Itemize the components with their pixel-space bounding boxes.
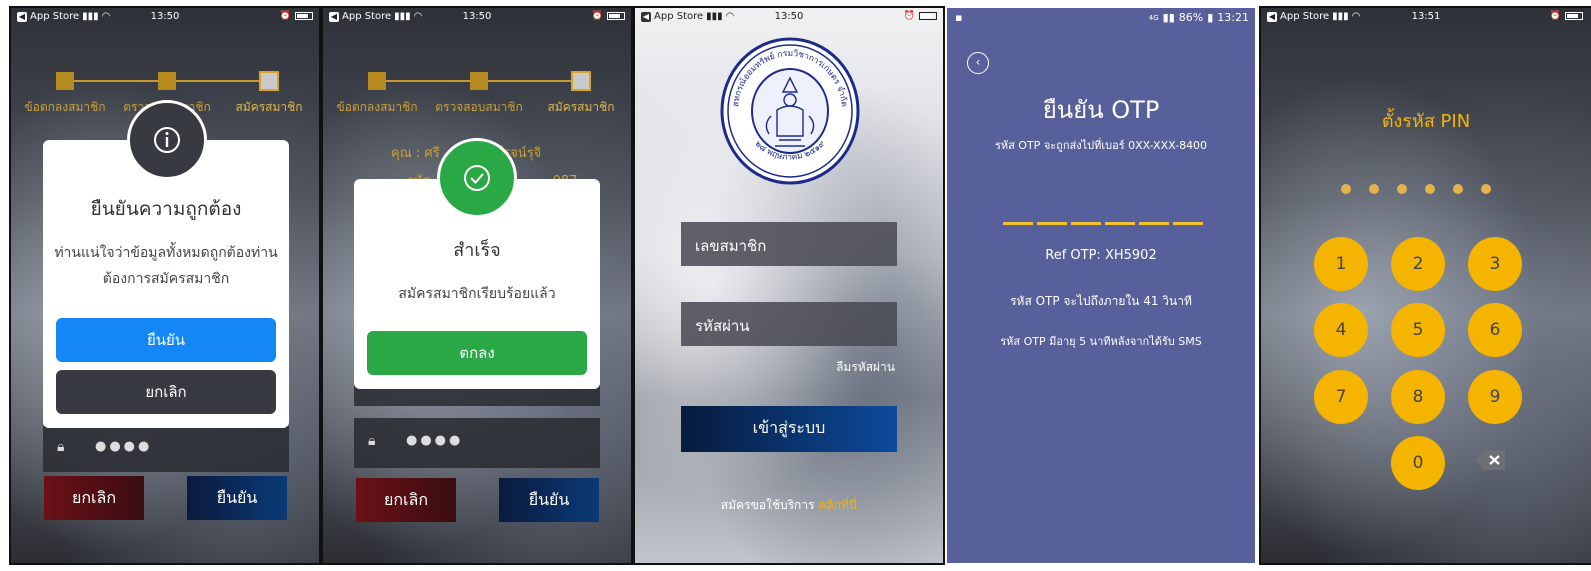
status-bar: ▪ 4G ▮▮ 86% ▮ 13:21 bbox=[947, 8, 1255, 28]
member-name-prefix: คุณ : ศรี bbox=[391, 146, 440, 161]
battery-icon bbox=[295, 12, 313, 20]
member-id-input[interactable]: เลขสมาชิก bbox=[681, 222, 897, 266]
confirm-button[interactable]: ยืนยัน bbox=[187, 476, 287, 520]
dialog-message: สมัครสมาชิกเรียบร้อยแล้ว bbox=[398, 286, 556, 302]
screen-otp-verify: ▪ 4G ▮▮ 86% ▮ 13:21 ‹ ยืนยัน OTP รหัส OT… bbox=[945, 6, 1257, 565]
signal-icon: ▮▮ bbox=[1162, 11, 1175, 24]
info-icon bbox=[127, 100, 207, 180]
confirm-dialog: ยืนยันความถูกต้อง ท่านแน่ใจว่าข้อมูลทั้ง… bbox=[43, 140, 289, 428]
key-7[interactable]: 7 bbox=[1314, 370, 1368, 424]
network-type: 4G bbox=[1148, 13, 1159, 22]
alarm-icon: ⏰ bbox=[903, 11, 915, 21]
battery-level: 86% bbox=[1178, 11, 1204, 24]
clock: 13:21 bbox=[1217, 11, 1249, 24]
signup-line: สมัครขอใช้บริการ คลิกที่นี่ bbox=[635, 496, 943, 515]
key-9[interactable]: 9 bbox=[1468, 370, 1522, 424]
cancel-button[interactable]: ยกเลิก bbox=[44, 476, 144, 520]
otp-digit-5 bbox=[1139, 222, 1169, 225]
step-node-1 bbox=[368, 72, 386, 90]
key-5[interactable]: 5 bbox=[1391, 303, 1445, 357]
status-bar: ◀ App Store ▮▮▮ ◠ 13:50 ⏰ bbox=[323, 8, 631, 28]
member-id-placeholder: เลขสมาชิก bbox=[695, 237, 767, 255]
screen-set-pin: ◀ App Store ▮▮▮ ◠ 13:51 ⏰ ตั้งรหัส PIN 1 2 … bbox=[1259, 6, 1591, 565]
pin-mask: ●●●● bbox=[95, 439, 153, 454]
dialog-title: ยืนยันความถูกต้อง bbox=[90, 198, 242, 220]
key-8[interactable]: 8 bbox=[1391, 370, 1445, 424]
step-node-1 bbox=[56, 72, 74, 90]
key-2[interactable]: 2 bbox=[1391, 237, 1445, 291]
signup-link[interactable]: คลิกที่นี่ bbox=[818, 498, 857, 512]
otp-subtitle: รหัส OTP จะถูกส่งไปที่เบอร์ 0XX-XXX-8400 bbox=[994, 139, 1208, 152]
confirm-button[interactable]: ยืนยัน bbox=[499, 478, 599, 522]
lock-icon: 🔒︎ bbox=[57, 439, 65, 455]
lock-icon: 🔒︎ bbox=[368, 433, 376, 449]
dialog-confirm-button[interactable]: ยืนยัน bbox=[56, 318, 276, 362]
step-label-verify: ตรวจสอบสมาชิก bbox=[435, 100, 523, 114]
step-node-3 bbox=[571, 71, 591, 91]
step-node-2 bbox=[470, 72, 488, 90]
signup-text: สมัครขอใช้บริการ bbox=[720, 498, 815, 512]
step-node-3 bbox=[259, 71, 279, 91]
screen-confirm-registration: ◀App Store▮▮▮◠ 13:50 ⏰ ข้อตกลงสมาชิก ตรว… bbox=[9, 6, 321, 565]
alarm-icon: ⏰ bbox=[279, 11, 291, 21]
clock: 13:50 bbox=[774, 11, 804, 22]
otp-digit-1 bbox=[1003, 222, 1033, 225]
dialog-message-line-1: ท่านแน่ใจว่าข้อมูลทั้งหมดถูกต้องท่าน bbox=[54, 245, 278, 261]
login-button[interactable]: เข้าสู่ระบบ bbox=[681, 406, 897, 452]
otp-expiry: รหัส OTP มีอายุ 5 นาทีหลังจากได้รับ SMS bbox=[1000, 335, 1202, 348]
alarm-icon: ⏰ bbox=[591, 11, 603, 21]
step-label-agreement: ข้อตกลงสมาชิก bbox=[24, 100, 106, 114]
step-node-2 bbox=[158, 72, 176, 90]
pin-mask: ●●●● bbox=[406, 433, 464, 448]
otp-countdown: รหัส OTP จะไปถึงภายใน 41 วินาที bbox=[1010, 294, 1192, 308]
otp-digit-4 bbox=[1105, 222, 1135, 225]
status-bar: ◀ App Store ▮▮▮ ◠ 13:50 ⏰ bbox=[635, 8, 943, 28]
back-icon[interactable]: ‹ bbox=[967, 52, 989, 74]
password-input[interactable]: รหัสผ่าน bbox=[681, 302, 897, 346]
step-label-agreement: ข้อตกลงสมาชิก bbox=[336, 100, 418, 114]
pin-field[interactable]: 🔒︎ ●●●● bbox=[43, 426, 289, 472]
check-circle-icon bbox=[437, 138, 517, 218]
status-bar: ◀ App Store ▮▮▮ ◠ 13:50 ⏰ bbox=[11, 8, 319, 28]
dialog-message: ท่านแน่ใจว่าข้อมูลทั้งหมดถูกต้องท่าน ต้อ… bbox=[43, 240, 289, 292]
key-3[interactable]: 3 bbox=[1468, 237, 1522, 291]
key-1[interactable]: 1 bbox=[1314, 237, 1368, 291]
key-4[interactable]: 4 bbox=[1314, 303, 1368, 357]
otp-digit-2 bbox=[1037, 222, 1067, 225]
screen-login: ◀ App Store ▮▮▮ ◠ 13:50 ⏰ สหกรณ์ออมทรัพย์ ก… bbox=[633, 6, 945, 565]
screen-registration-success: ◀ App Store ▮▮▮ ◠ 13:50 ⏰ ข้อตกลงสมาชิก ตรว… bbox=[321, 6, 633, 565]
battery-icon bbox=[919, 12, 937, 20]
cancel-button[interactable]: ยกเลิก bbox=[356, 478, 456, 522]
otp-ref: Ref OTP: XH5902 bbox=[1045, 248, 1157, 263]
battery-icon: ▮ bbox=[1207, 11, 1214, 24]
pin-field[interactable]: 🔒︎ ●●●● bbox=[354, 418, 600, 468]
password-placeholder: รหัสผ่าน bbox=[695, 317, 750, 335]
step-label-register: สมัครสมาชิก bbox=[235, 100, 303, 114]
cooperative-logo: สหกรณ์ออมทรัพย์ กรมวิชาการเกษตร จำกัด ๒๘… bbox=[719, 36, 861, 186]
clock: 13:50 bbox=[150, 11, 180, 22]
otp-input[interactable] bbox=[1003, 208, 1203, 232]
dialog-ok-button[interactable]: ตกลง bbox=[367, 331, 587, 375]
dialog-message-line-2: ต้องการสมัครสมาชิก bbox=[102, 271, 230, 287]
otp-digit-6 bbox=[1173, 222, 1203, 225]
otp-title: ยืนยัน OTP bbox=[1042, 96, 1160, 124]
dialog-title: สำเร็จ bbox=[453, 240, 501, 261]
key-6[interactable]: 6 bbox=[1468, 303, 1522, 357]
numeric-keypad: 1 2 3 4 5 6 7 8 9 0 bbox=[1261, 8, 1571, 563]
registration-stepper: ข้อตกลงสมาชิก ตรวจสอบสมาชิก สมัครสมาชิก bbox=[336, 68, 615, 118]
message-notification-icon: ▪ bbox=[955, 11, 963, 24]
otp-digit-3 bbox=[1071, 222, 1101, 225]
dialog-cancel-button[interactable]: ยกเลิก bbox=[56, 370, 276, 414]
backspace-icon[interactable] bbox=[1475, 448, 1507, 472]
step-label-register: สมัครสมาชิก bbox=[547, 100, 615, 114]
key-0[interactable]: 0 bbox=[1391, 436, 1445, 490]
forgot-password-link[interactable]: ลืมรหัสผ่าน bbox=[836, 358, 895, 377]
battery-icon bbox=[607, 12, 625, 20]
clock: 13:50 bbox=[462, 11, 492, 22]
